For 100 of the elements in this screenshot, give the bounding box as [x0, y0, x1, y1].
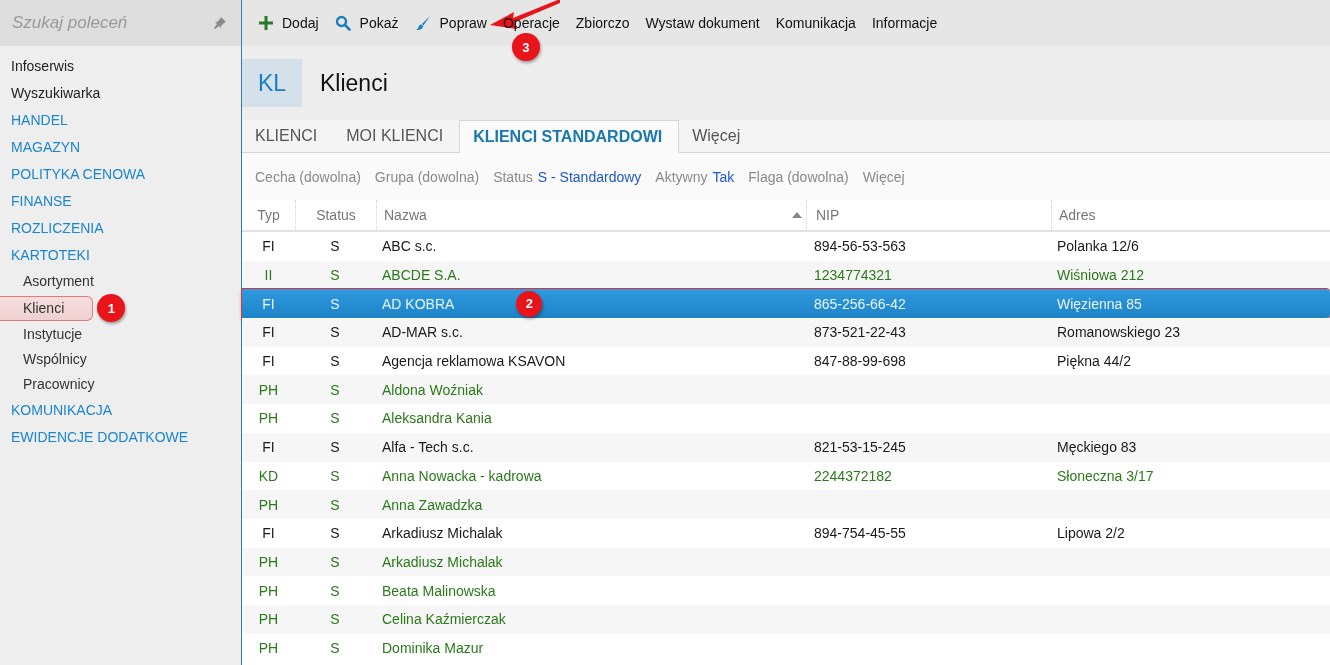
sidebar-item[interactable]: Infoserwis	[0, 53, 241, 80]
table-row[interactable]: PH S Arkadiusz Michalak	[242, 547, 1330, 577]
table-cell: Romanowskiego 23	[1057, 324, 1180, 341]
column-header[interactable]: NIP	[816, 207, 840, 223]
filter-label: Aktywny	[655, 168, 708, 185]
toolbar-button[interactable]: Komunikacja	[768, 11, 863, 35]
filter-link[interactable]: Flaga (dowolna)	[741, 168, 856, 185]
table-cell: Alfa - Tech s.c.	[382, 439, 474, 456]
table-cell: 2244372182	[814, 467, 892, 484]
table-cell: FI	[262, 238, 275, 255]
table-cell: AD KOBRA	[382, 295, 455, 312]
sidebar-item[interactable]: MAGAZYN	[0, 134, 241, 161]
table-cell: FI	[262, 439, 275, 456]
sidebar-item[interactable]: HANDEL	[0, 107, 241, 134]
step-number: 3	[512, 33, 540, 61]
table-cell: 865-256-66-42	[814, 295, 906, 312]
table-cell: 821-53-15-245	[814, 439, 906, 456]
table-cell: AD-MAR s.c.	[382, 324, 463, 341]
table-cell: Piękna 44/2	[1057, 353, 1131, 370]
filter-label: Status	[493, 168, 533, 185]
table-cell: Lipowa 2/2	[1057, 525, 1125, 542]
toolbar-button[interactable]: Zbiorczo	[568, 11, 637, 35]
table-row[interactable]: FI S AD-MAR s.c. 873-521-22-43 Romanowskiego 23	[242, 318, 1330, 347]
table-cell: Więzienna 85	[1057, 295, 1142, 312]
sidebar-item[interactable]: EWIDENCJE DODATKOWE	[0, 424, 241, 451]
table-cell: PH	[258, 639, 279, 656]
table-cell: II	[264, 267, 273, 284]
table-row[interactable]: FI S Alfa - Tech s.c. 821-53-15-245 Męckiego 83	[242, 432, 1330, 462]
table-cell: Agencja reklamowa KSAVON	[382, 353, 566, 370]
table-cell: S	[330, 324, 340, 341]
table-cell: Anna Zawadzka	[382, 496, 483, 513]
sidebar-item[interactable]: KOMUNIKACJA	[0, 397, 241, 424]
table-cell: Beata Malinowska	[382, 582, 496, 599]
table-row[interactable]: FI S AD KOBRA 2 865-256-66-42 Więzienna 85	[242, 289, 1330, 319]
table-row[interactable]: PH S Anna Zawadzka	[242, 490, 1330, 519]
filter-value[interactable]: Tak	[707, 168, 742, 185]
sidebar-subitem[interactable]: Wspólnicy	[0, 347, 90, 372]
table-cell: Celina Kaźmierczak	[382, 611, 506, 628]
table-cell: 847-88-99-698	[814, 353, 906, 370]
tab[interactable]: KLIENCI STANDARDOWI	[459, 120, 680, 153]
table-cell: Wiśniowa 212	[1057, 267, 1145, 284]
sidebar-item[interactable]: POLITYKA CENOWA	[0, 161, 241, 188]
step-number: 2	[516, 290, 543, 317]
sidebar-item[interactable]: Wyszukiwarka	[0, 80, 241, 107]
table-row[interactable]: PH S Celina Kaźmierczak	[242, 604, 1330, 634]
sidebar-item[interactable]: FINANSE	[0, 188, 241, 215]
table-cell: PH	[258, 611, 279, 628]
step-number: 1	[97, 294, 126, 322]
table-row[interactable]: PH S Aldona Woźniak	[242, 375, 1330, 405]
column-header[interactable]: Nazwa	[384, 207, 427, 223]
sidebar-subitem[interactable]: Instytucje	[0, 322, 86, 347]
table-cell: FI	[262, 324, 275, 341]
table-cell: PH	[258, 410, 279, 427]
sidebar-subitem[interactable]: Pracownicy	[0, 372, 98, 397]
filter-link[interactable]: Więcej	[855, 168, 912, 185]
filter-link[interactable]: Grupa (dowolna)	[367, 168, 487, 185]
filter-value[interactable]: S - Standardowy	[532, 168, 649, 185]
table-cell: PH	[258, 496, 279, 513]
sidebar-subitem[interactable]: Klienci	[0, 295, 94, 321]
table-cell: 894-754-45-55	[814, 525, 906, 542]
table-cell: Słoneczna 3/17	[1057, 467, 1154, 484]
sidebar-subitem[interactable]: Asortyment	[0, 269, 97, 294]
table-cell: Męckiego 83	[1057, 439, 1137, 456]
plus-icon	[259, 16, 273, 30]
table-cell: S	[330, 381, 340, 398]
table-cell: 873-521-22-43	[814, 324, 906, 341]
table-cell: Arkadiusz Michalak	[382, 525, 503, 542]
table-cell: PH	[258, 553, 279, 570]
toolbar-button[interactable]: Pokaż	[327, 11, 406, 35]
toolbar-button[interactable]: Wystaw dokument	[638, 11, 767, 35]
table-cell: S	[330, 611, 340, 628]
pin-icon[interactable]	[213, 16, 227, 30]
table-cell: S	[330, 639, 340, 656]
toolbar-button[interactable]: Informacje	[864, 11, 945, 35]
toolbar-button[interactable]: Dodaj	[252, 11, 326, 35]
table-cell: ABCDE S.A.	[382, 267, 461, 284]
module-badge: KL	[242, 59, 302, 107]
table-cell: S	[330, 238, 340, 255]
table-cell: S	[330, 582, 340, 599]
sidebar-item[interactable]: ROZLICZENIA	[0, 215, 241, 242]
table-cell: 1234774321	[814, 267, 892, 284]
table-cell: Aleksandra Kania	[382, 410, 492, 427]
toolbar-button[interactable]: Popraw	[407, 11, 494, 35]
search-field[interactable]: Szukaj poleceń	[0, 0, 241, 46]
column-header[interactable]: Status	[316, 207, 356, 223]
table-cell: Dominika Mazur	[382, 639, 484, 656]
column-header[interactable]: Typ	[257, 207, 280, 223]
table-cell: Arkadiusz Michalak	[382, 553, 503, 570]
table-cell: FI	[262, 525, 275, 542]
column-header[interactable]: Adres	[1059, 207, 1096, 223]
table-cell: S	[330, 353, 340, 370]
table-cell: FI	[262, 295, 275, 312]
table-cell: PH	[258, 582, 279, 599]
filter-link[interactable]: Cecha (dowolna)	[248, 168, 368, 185]
table-cell: S	[330, 295, 340, 312]
sidebar-item[interactable]: KARTOTEKI	[0, 242, 241, 269]
table-cell: Aldona Woźniak	[382, 381, 483, 398]
table-cell: 894-56-53-563	[814, 238, 906, 255]
table-cell: FI	[262, 353, 275, 370]
search-icon	[334, 15, 351, 31]
